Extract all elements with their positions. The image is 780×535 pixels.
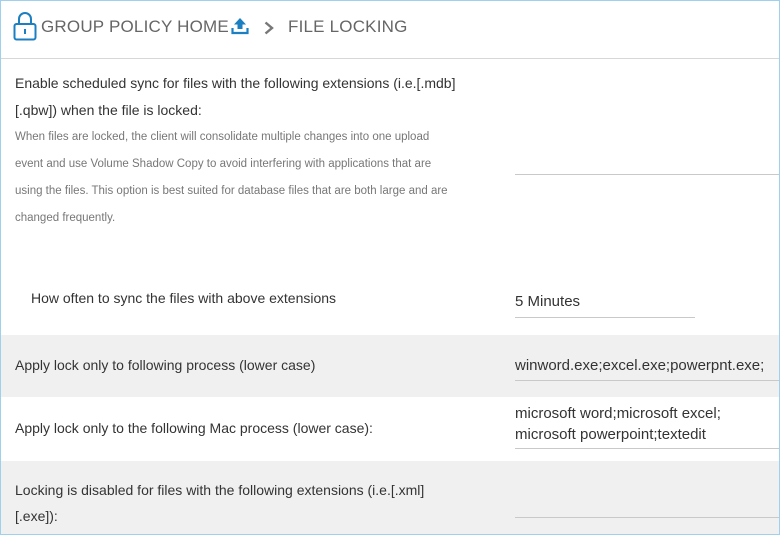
- disabled-extensions-label-cont: [.exe]):: [15, 508, 58, 524]
- chevron-right-icon: [263, 21, 275, 40]
- setting-row-mac-process: Apply lock only to the following Mac pro…: [1, 397, 779, 461]
- sync-frequency-input[interactable]: [515, 286, 695, 318]
- lock-process-label: Apply lock only to following process (lo…: [15, 357, 316, 373]
- scheduled-sync-description: When files are locked, the client will c…: [15, 131, 430, 143]
- setting-row-scheduled-sync: Enable scheduled sync for files with the…: [1, 59, 779, 235]
- mac-process-label: Apply lock only to the following Mac pro…: [15, 420, 373, 436]
- lock-process-input[interactable]: [515, 351, 779, 381]
- breadcrumb-current: FILE LOCKING: [288, 17, 408, 36]
- scheduled-sync-extensions-input[interactable]: [515, 151, 779, 175]
- mac-process-input[interactable]: microsoft word;microsoft excel; microsof…: [515, 403, 779, 449]
- file-locking-panel: GROUP POLICY HOME FILE LOCKING Enable sc…: [0, 0, 780, 535]
- scheduled-sync-description: event and use Volume Shadow Copy to avoi…: [15, 158, 432, 170]
- scheduled-sync-description: using the files. This option is best sui…: [15, 185, 448, 197]
- scheduled-sync-description: changed frequently.: [15, 212, 116, 224]
- lock-icon: [13, 11, 37, 46]
- sync-frequency-label: How often to sync the files with above e…: [31, 290, 337, 306]
- setting-row-disabled-extensions: Locking is disabled for files with the f…: [1, 461, 779, 534]
- breadcrumb: GROUP POLICY HOME FILE LOCKING: [1, 1, 779, 59]
- scheduled-sync-label-cont: [.qbw]) when the file is locked:: [15, 102, 202, 118]
- disabled-extensions-label: Locking is disabled for files with the f…: [15, 482, 425, 498]
- scheduled-sync-label: Enable scheduled sync for files with the…: [15, 75, 456, 91]
- disabled-extensions-input[interactable]: [515, 495, 779, 518]
- setting-row-lock-process: Apply lock only to following process (lo…: [1, 335, 779, 397]
- breadcrumb-home-link[interactable]: GROUP POLICY HOME: [41, 17, 229, 37]
- upload-icon[interactable]: [231, 17, 249, 40]
- setting-row-sync-frequency: How often to sync the files with above e…: [1, 269, 779, 335]
